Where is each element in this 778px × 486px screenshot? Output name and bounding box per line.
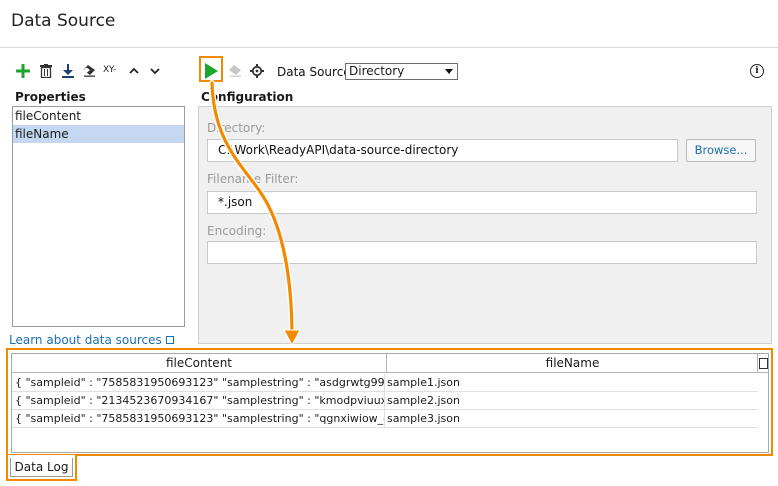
callout-arrow <box>209 80 301 347</box>
